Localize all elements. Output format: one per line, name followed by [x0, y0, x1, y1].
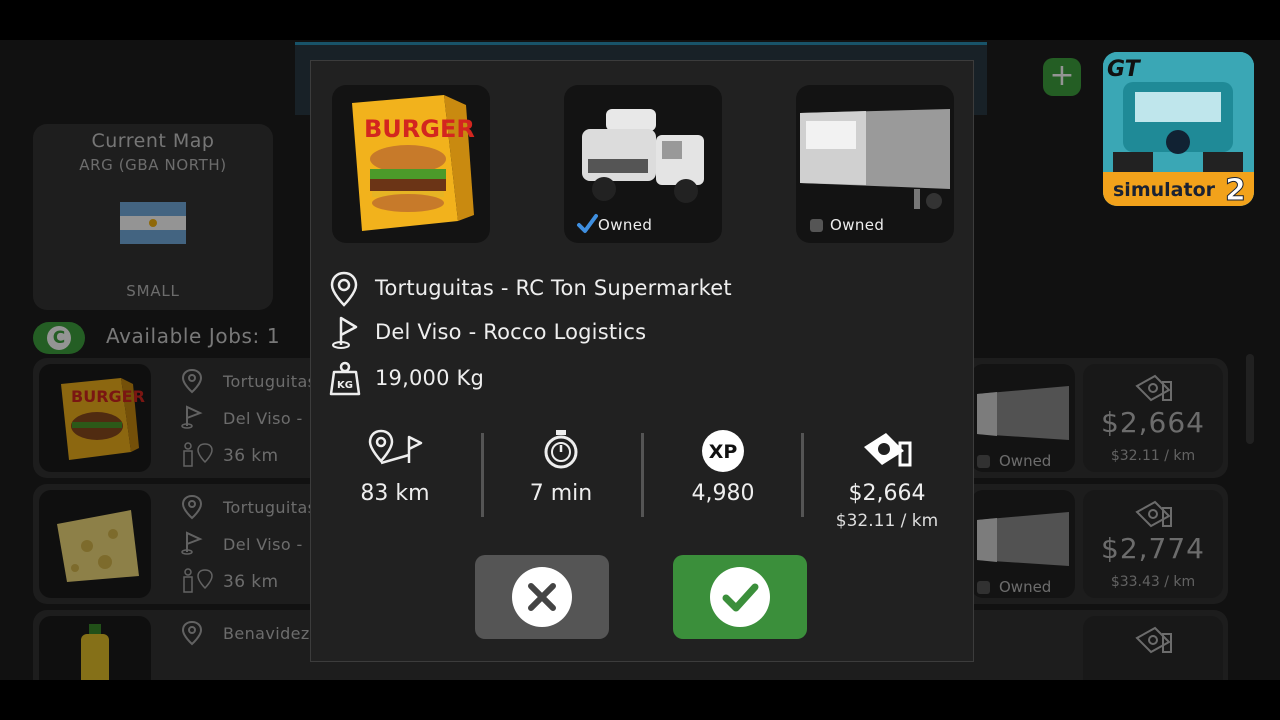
origin-row: Tortuguitas - RC Ton Supermarket — [329, 271, 949, 307]
trailer-tile[interactable]: Owned — [796, 85, 954, 243]
stat-xp: XP 4,980 — [643, 429, 803, 539]
stat-time-value: 7 min — [529, 481, 593, 506]
destination-flag-icon — [332, 316, 358, 349]
game-logo: GT simulator 2 — [1103, 52, 1254, 206]
burger-box-label: BURGER — [364, 115, 475, 143]
weight-icon: KG — [329, 361, 361, 396]
trailer-owned-label: Owned — [830, 216, 885, 234]
xp-icon-label: XP — [709, 441, 738, 463]
stopwatch-icon — [544, 430, 578, 469]
owned-checkmark-icon — [577, 214, 598, 233]
truck-logo-icon: GT simulator 2 — [1103, 52, 1254, 206]
logo-simulator-text: simulator — [1113, 179, 1216, 201]
xp-icon: XP — [702, 430, 744, 472]
cancel-button[interactable] — [475, 555, 609, 639]
truck-owned-label: Owned — [598, 216, 653, 234]
weight-row: KG 19,000 Kg — [329, 361, 949, 397]
truck-tile[interactable]: Owned — [564, 85, 722, 243]
cargo-tile[interactable]: BURGER — [332, 85, 490, 243]
stat-distance: 83 km — [315, 429, 475, 539]
burger-box-icon: BURGER — [352, 95, 475, 231]
weight-text: 19,000 Kg — [375, 366, 485, 390]
game-screen: + Current Map ARG (GBA NORTH) SMALL C Av… — [0, 40, 1280, 680]
accept-circle — [710, 567, 770, 627]
stat-pay-value: $2,664 — [848, 481, 926, 506]
destination-row: Del Viso - Rocco Logistics — [329, 315, 949, 351]
money-icon — [864, 433, 912, 467]
logo-number-text: 2 — [1225, 173, 1246, 206]
stat-time: 7 min — [481, 429, 641, 539]
close-icon — [528, 583, 556, 611]
stat-divider — [801, 433, 804, 517]
accept-button[interactable] — [673, 555, 807, 639]
weight-icon-label: KG — [337, 380, 353, 391]
stat-distance-value: 83 km — [360, 481, 430, 506]
checkmark-icon — [722, 583, 759, 612]
destination-text: Del Viso - Rocco Logistics — [375, 320, 647, 344]
origin-text: Tortuguitas - RC Ton Supermarket — [375, 276, 732, 300]
location-pin-icon — [330, 271, 358, 307]
route-distance-icon — [368, 429, 423, 465]
stat-xp-value: 4,980 — [691, 481, 755, 506]
stat-pay: $2,664 $32.11 / km — [807, 429, 967, 539]
stat-pay-per-km: $32.11 / km — [835, 511, 939, 531]
job-details-modal: BURGER Owned Owned Tortuguitas - RC Ton … — [310, 60, 974, 662]
trailer-owned-checkbox — [810, 219, 823, 232]
cancel-circle — [512, 567, 572, 627]
logo-gt-text: GT — [1107, 57, 1142, 82]
